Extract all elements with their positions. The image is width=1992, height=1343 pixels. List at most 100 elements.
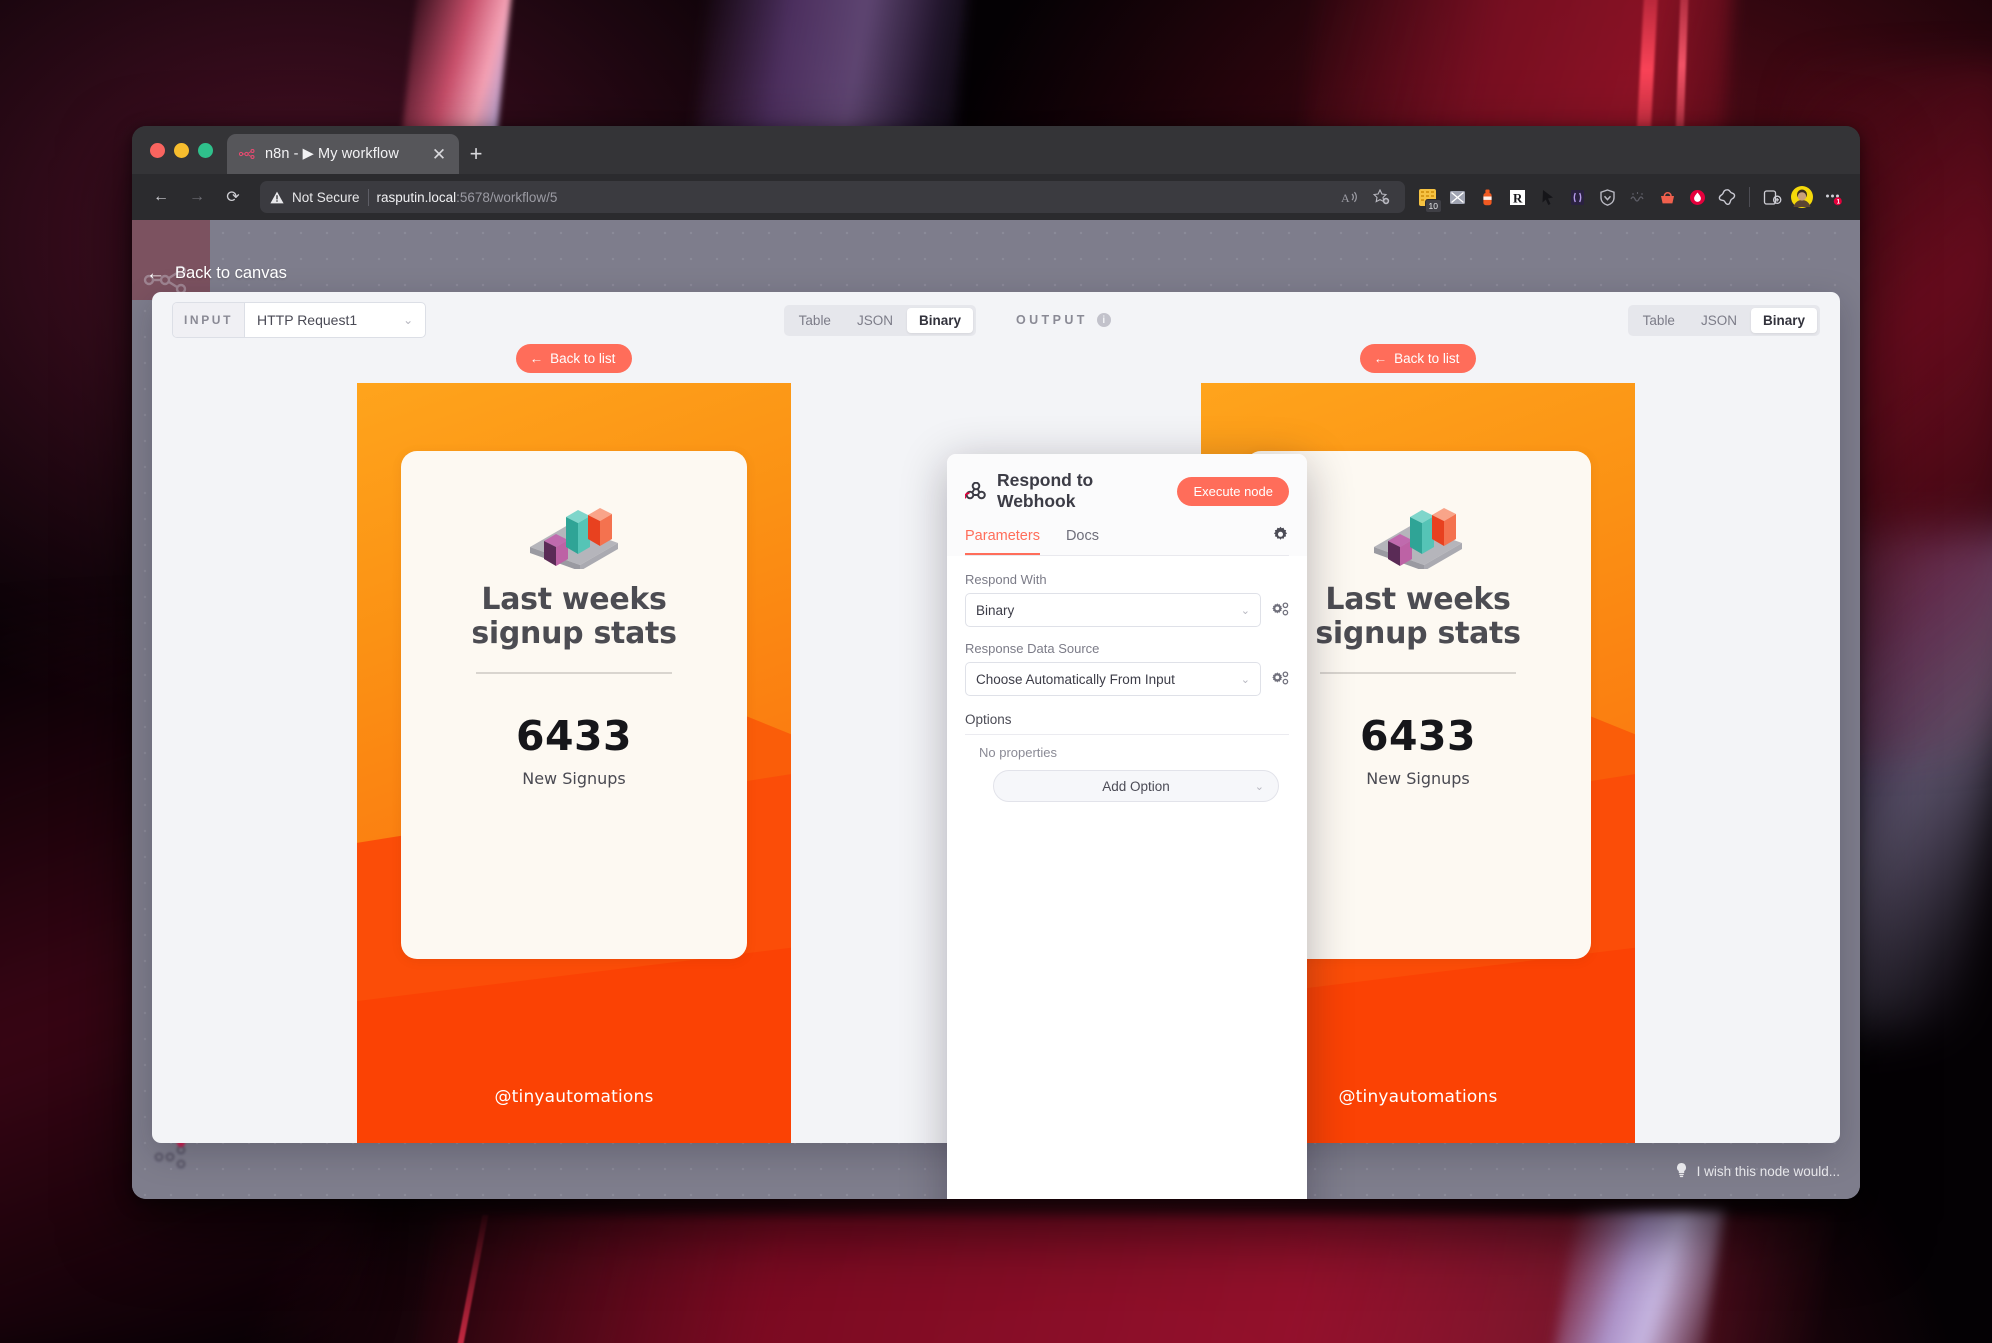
card-title-line2: signup stats [1315, 615, 1521, 651]
output-back-to-list-wrap: ← Back to list [996, 344, 1840, 373]
new-tab-button[interactable]: + [459, 134, 493, 174]
omnibox-actions: A [1335, 183, 1395, 211]
n8n-logo-watermark [132, 220, 210, 300]
back-to-canvas-button[interactable]: ← Back to canvas [146, 264, 287, 283]
respond-with-value: Binary [976, 602, 1015, 618]
forward-button[interactable]: → [180, 180, 214, 214]
close-window-button[interactable] [150, 142, 165, 158]
tab-docs[interactable]: Docs [1066, 528, 1099, 554]
respond-with-select[interactable]: Binary ⌄ [965, 593, 1261, 627]
execute-node-button[interactable]: Execute node [1177, 476, 1289, 506]
add-option-button[interactable]: Add Option ⌄ [993, 770, 1279, 802]
extension-badge-count: 10 [1424, 198, 1442, 213]
browser-tab[interactable]: n8n - ▶ My workflow ✕ [227, 134, 459, 174]
node-feedback-hint[interactable]: I wish this node would... [1675, 1162, 1840, 1181]
back-to-canvas-label: Back to canvas [175, 264, 287, 282]
input-binary-preview-area: Last weeks signup stats 6433 New Signups… [152, 383, 996, 1143]
node-modal-tabs: Parameters Docs [965, 526, 1289, 556]
card-metric-label: New Signups [522, 768, 626, 788]
double-gear-icon[interactable] [1271, 602, 1289, 618]
tab-parameters[interactable]: Parameters [965, 528, 1040, 555]
url-text: rasputin.local:5678/workflow/5 [377, 190, 558, 205]
double-gear-icon[interactable] [1271, 671, 1289, 687]
tab-json[interactable]: JSON [845, 308, 905, 333]
respond-with-label: Respond With [965, 572, 1047, 587]
more-options-icon[interactable]: 1 [1818, 183, 1846, 211]
tab-json[interactable]: JSON [1689, 308, 1749, 333]
input-view-tabs: Table JSON Binary [783, 304, 976, 336]
output-back-to-list-label: Back to list [1394, 351, 1460, 366]
respond-with-field: Respond With Binary ⌄ [965, 572, 1289, 627]
tab-table[interactable]: Table [1631, 308, 1687, 333]
chevron-down-icon: ⌄ [1240, 673, 1250, 686]
chevron-down-icon: ⌄ [403, 313, 414, 327]
output-view-tabs: Table JSON Binary [1627, 304, 1820, 336]
svg-text:A: A [1341, 191, 1350, 205]
url-path: :5678/workflow/5 [456, 189, 558, 205]
info-icon[interactable]: i [1096, 313, 1111, 327]
warning-triangle-icon [270, 191, 284, 204]
url-host: rasputin.local [376, 189, 457, 205]
add-option-label: Add Option [1102, 778, 1170, 794]
drop-extension-icon[interactable] [1683, 183, 1711, 211]
card-content: Last weeks signup stats 6433 New Signups [401, 451, 747, 959]
options-empty-text: No properties [979, 745, 1058, 760]
card-metric-label: New Signups [1366, 768, 1470, 788]
r-extension-icon[interactable]: R [1503, 183, 1531, 211]
card-metric-value: 6433 [515, 711, 633, 760]
n8n-favicon-icon [239, 146, 256, 163]
response-data-source-label: Response Data Source [965, 641, 1100, 656]
input-source-select[interactable]: INPUT HTTP Request1 ⌄ [172, 302, 427, 338]
grid-extension-icon[interactable]: 10 [1413, 183, 1442, 213]
response-data-source-row: Choose Automatically From Input ⌄ [965, 662, 1289, 696]
butterfly-extension-icon[interactable] [1443, 183, 1471, 211]
omnibox-divider [367, 188, 369, 206]
tab-binary[interactable]: Binary [906, 307, 973, 333]
response-data-source-value: Choose Automatically From Input [976, 671, 1175, 687]
tab-table[interactable]: Table [787, 308, 843, 333]
back-button[interactable]: ← [144, 180, 178, 214]
profile-avatar[interactable] [1788, 183, 1816, 211]
minimize-window-button[interactable] [174, 142, 189, 158]
options-heading: Options [965, 712, 1289, 735]
puzzle-extension-icon[interactable] [1713, 183, 1741, 211]
response-data-source-field: Response Data Source Choose Automaticall… [965, 641, 1289, 696]
read-aloud-icon[interactable]: A [1335, 183, 1363, 211]
close-tab-icon[interactable]: ✕ [429, 146, 449, 163]
reload-button[interactable]: ⟳ [216, 180, 250, 214]
node-modal-header: Respond to Webhook Execute node Paramete… [947, 454, 1307, 556]
shield-extension-icon[interactable] [1593, 183, 1621, 211]
tab-binary[interactable]: Binary [1750, 307, 1817, 333]
binary-image-preview[interactable]: Last weeks signup stats 6433 New Signups… [357, 383, 791, 1143]
node-feedback-hint-text: I wish this node would... [1696, 1164, 1840, 1179]
svg-text:R: R [1513, 190, 1523, 205]
isometric-bar-chart-icon [522, 485, 626, 571]
respond-to-webhook-icon [965, 480, 987, 502]
desktop-background: n8n - ▶ My workflow ✕ + ← → ⟳ Not Secure… [0, 0, 1992, 1343]
cursor-extension-icon[interactable] [1533, 183, 1561, 211]
address-bar[interactable]: Not Secure rasputin.local:5678/workflow/… [260, 181, 1405, 213]
node-parameters-modal: Respond to Webhook Execute node Paramete… [947, 454, 1307, 1199]
brackets-extension-icon[interactable] [1563, 183, 1591, 211]
back-arrow-icon: ← [529, 351, 544, 366]
n8n-app: ← Back to canvas ⛶ ⌕ ⌕ ⟲ [132, 220, 1860, 1199]
lightbulb-icon [1675, 1162, 1688, 1181]
window-controls [148, 126, 227, 174]
wave-extension-icon[interactable] [1623, 183, 1651, 211]
add-favorite-icon[interactable] [1367, 183, 1395, 211]
card-divider [1320, 672, 1516, 674]
response-data-source-select[interactable]: Choose Automatically From Input ⌄ [965, 662, 1261, 696]
canvas-n8n-badge-icon [154, 1139, 188, 1173]
bottle-extension-icon[interactable] [1473, 183, 1501, 211]
input-source-value: HTTP Request1 ⌄ [245, 303, 425, 337]
node-modal-body: Respond With Binary ⌄ Response Data Sour… [947, 556, 1307, 1199]
gear-icon[interactable] [1272, 526, 1289, 555]
card-title-line1: Last weeks [481, 582, 667, 617]
browser-tab-title: n8n - ▶ My workflow [265, 146, 399, 162]
isometric-bar-chart-icon [1366, 485, 1470, 571]
input-back-to-list-button[interactable]: ← Back to list [515, 344, 633, 373]
output-back-to-list-button[interactable]: ← Back to list [1359, 344, 1477, 373]
maximize-window-button[interactable] [198, 142, 213, 158]
basket-extension-icon[interactable] [1653, 183, 1681, 211]
collections-icon[interactable] [1758, 183, 1786, 211]
